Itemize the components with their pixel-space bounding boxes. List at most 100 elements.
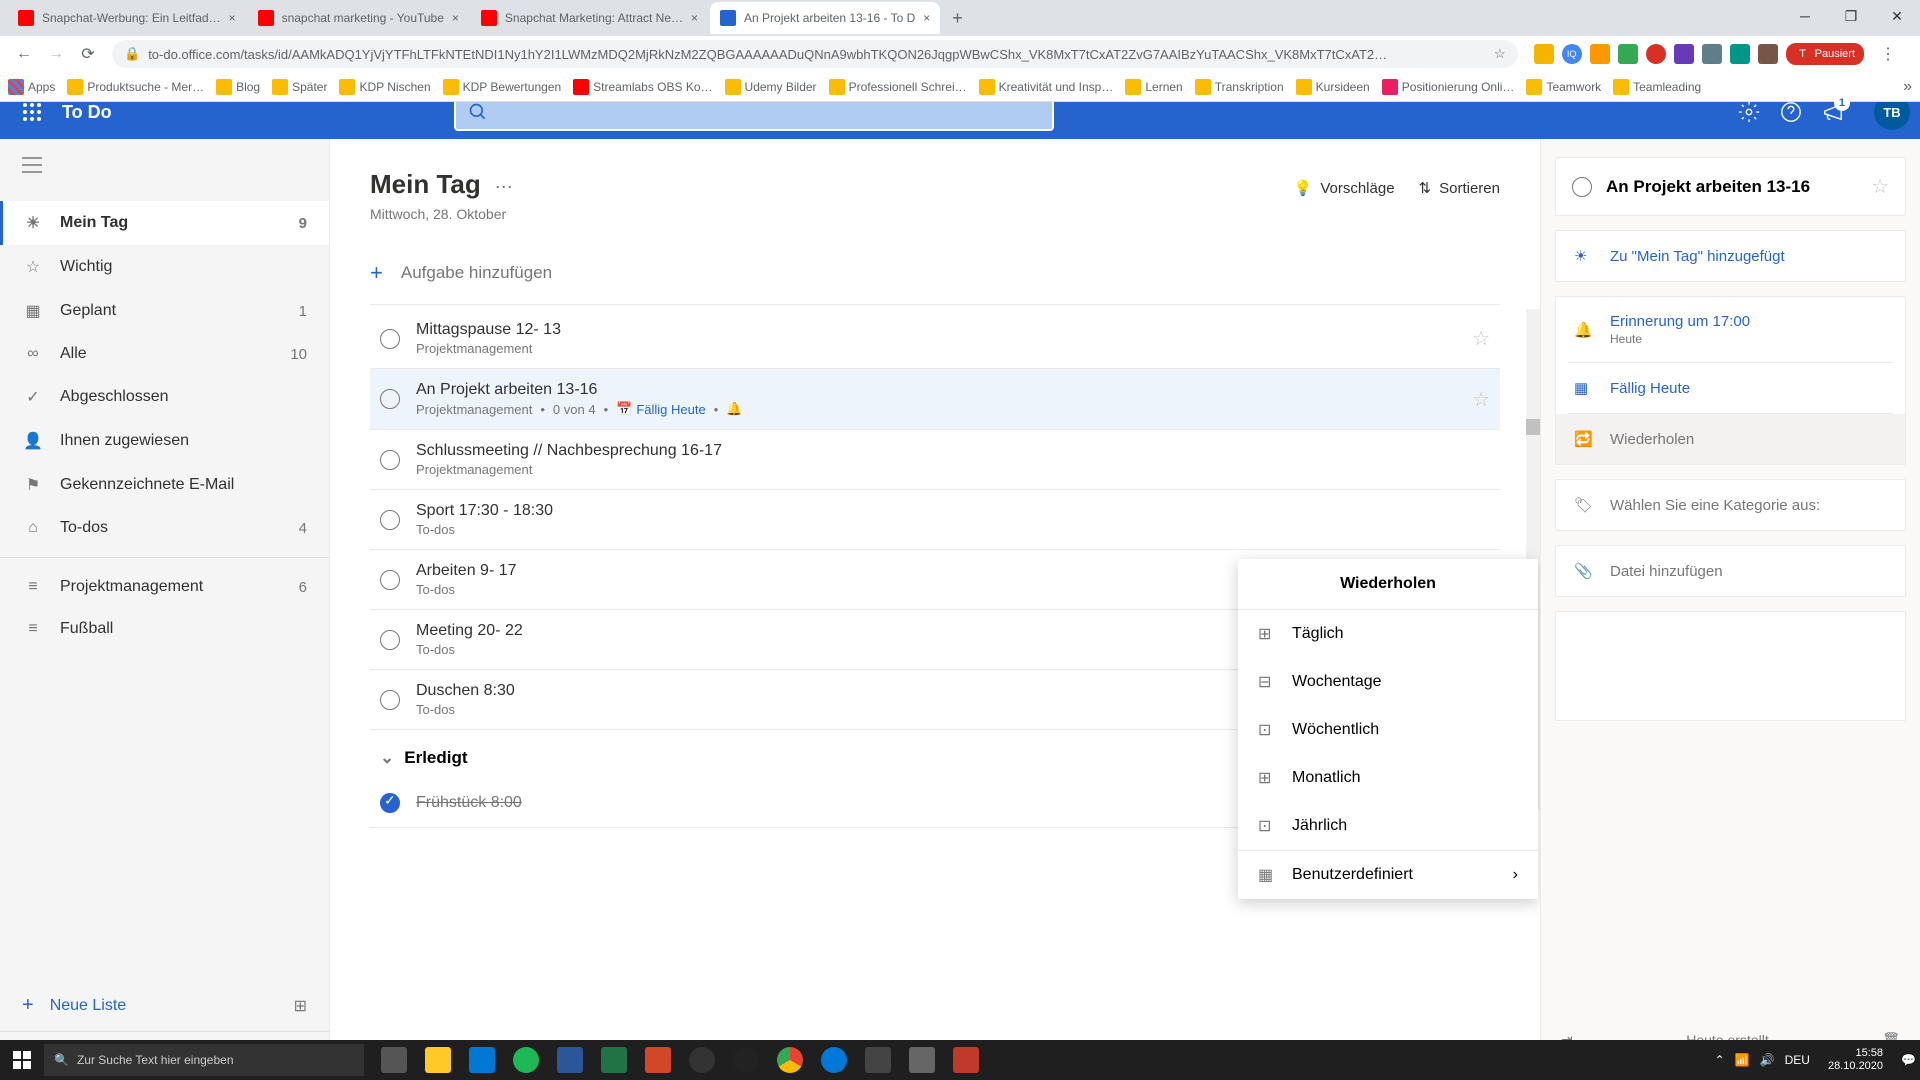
extension-icon[interactable] (1646, 44, 1666, 64)
help-icon[interactable] (1780, 101, 1802, 123)
new-group-icon[interactable]: ⊞ (294, 996, 307, 1016)
bookmark[interactable]: KDP Bewertungen (443, 79, 562, 95)
task-checkbox[interactable] (380, 510, 400, 530)
start-button[interactable] (0, 1051, 44, 1069)
list-menu-button[interactable]: ⋯ (495, 177, 513, 198)
maximize-button[interactable]: ❐ (1828, 0, 1874, 32)
repeat-monthly[interactable]: ⊞Monatlich (1238, 754, 1538, 802)
sidebar-list-item[interactable]: ≡Fußball (0, 608, 329, 650)
bookmark[interactable]: Positionierung Onli… (1382, 79, 1515, 95)
star-icon[interactable]: ☆ (1494, 46, 1506, 62)
bookmark[interactable]: Teamwork (1526, 79, 1601, 95)
close-button[interactable]: ✕ (1874, 0, 1920, 32)
bookmark[interactable]: Kreativität und Insp… (979, 79, 1114, 95)
mail-button[interactable] (460, 1040, 504, 1080)
new-list-button[interactable]: + Neue Liste ⊞ (0, 980, 329, 1031)
repeat-custom[interactable]: ▦Benutzerdefiniert› (1238, 850, 1538, 899)
bookmark[interactable]: Produktsuche - Mer… (67, 79, 204, 95)
bookmark[interactable]: Teamleading (1613, 79, 1701, 95)
extension-icon[interactable] (1590, 44, 1610, 64)
word-button[interactable] (548, 1040, 592, 1080)
extension-icon[interactable] (1758, 44, 1778, 64)
reminder-row[interactable]: 🔔 Erinnerung um 17:00Heute (1556, 297, 1905, 362)
bookmark[interactable]: Streamlabs OBS Ko… (573, 79, 712, 95)
browser-tab[interactable]: Snapchat-Werbung: Ein Leitfad…× (8, 2, 246, 34)
task-item-selected[interactable]: An Projekt arbeiten 13-16Projektmanageme… (370, 369, 1500, 430)
close-icon[interactable]: × (691, 11, 698, 25)
minimize-button[interactable]: ─ (1782, 0, 1828, 32)
excel-button[interactable] (592, 1040, 636, 1080)
star-icon[interactable]: ☆ (1472, 387, 1490, 412)
task-checkbox-checked[interactable] (380, 793, 400, 813)
star-icon[interactable]: ☆ (1871, 174, 1889, 199)
detail-checkbox[interactable] (1572, 177, 1592, 197)
browser-tab-active[interactable]: An Projekt arbeiten 13-16 - To D× (710, 2, 940, 34)
settings-icon[interactable] (1738, 101, 1760, 123)
scroll-thumb[interactable] (1526, 419, 1540, 435)
forward-button[interactable]: → (40, 38, 72, 70)
chrome-button[interactable] (768, 1040, 812, 1080)
browser-tab[interactable]: Snapchat Marketing: Attract Ne…× (471, 2, 708, 34)
task-checkbox[interactable] (380, 389, 400, 409)
sidebar-item-planned[interactable]: ▦Geplant1 (0, 289, 329, 333)
bookmark[interactable]: Kursideen (1296, 79, 1370, 95)
task-item[interactable]: Mittagspause 12- 13Projektmanagement☆ (370, 309, 1500, 369)
spotify-button[interactable] (504, 1040, 548, 1080)
app-launcher-icon[interactable] (10, 103, 54, 121)
extension-icon[interactable] (1674, 44, 1694, 64)
sidebar-item-flagged[interactable]: ⚑Gekennzeichnete E-Mail (0, 463, 329, 507)
repeat-weekly[interactable]: ⊡Wöchentlich (1238, 706, 1538, 754)
clock[interactable]: 15:5828.10.2020 (1820, 1047, 1891, 1073)
explorer-button[interactable] (416, 1040, 460, 1080)
bookmark[interactable]: Apps (8, 79, 55, 95)
back-button[interactable]: ← (8, 38, 40, 70)
sidebar-item-myday[interactable]: ☀Mein Tag9 (0, 201, 329, 245)
bookmarks-overflow[interactable]: » (1903, 78, 1912, 96)
category-row[interactable]: 🏷 Wählen Sie eine Kategorie aus: (1556, 480, 1905, 530)
sort-button[interactable]: ⇅Sortieren (1419, 179, 1500, 197)
app-button[interactable] (680, 1040, 724, 1080)
add-task-input[interactable]: + Aufgabe hinzufügen (370, 242, 1500, 305)
sidebar-item-completed[interactable]: ✓Abgeschlossen (0, 375, 329, 419)
volume-icon[interactable]: 🔊 (1760, 1053, 1775, 1067)
sidebar-item-important[interactable]: ☆Wichtig (0, 245, 329, 289)
taskview-button[interactable] (372, 1040, 416, 1080)
bookmark[interactable]: Transkription (1195, 79, 1284, 95)
taskbar-search[interactable]: 🔍Zur Suche Text hier eingeben (44, 1044, 364, 1076)
added-to-myday[interactable]: ☀ Zu "Mein Tag" hinzugefügt (1556, 231, 1905, 281)
app-button[interactable] (900, 1040, 944, 1080)
tray-expand-icon[interactable]: ⌃ (1715, 1053, 1725, 1067)
extension-icon[interactable] (1534, 44, 1554, 64)
powerpoint-button[interactable] (636, 1040, 680, 1080)
sidebar-item-all[interactable]: ∞Alle10 (0, 333, 329, 375)
app-button[interactable] (856, 1040, 900, 1080)
profile-paused[interactable]: Pausiert (1786, 43, 1864, 65)
repeat-row[interactable]: 🔁 Wiederholen (1556, 414, 1905, 464)
edge-button[interactable] (812, 1040, 856, 1080)
repeat-weekdays[interactable]: ⊟Wochentage (1238, 658, 1538, 706)
sidebar-list-item[interactable]: ≡Projektmanagement6 (0, 566, 329, 608)
bookmark[interactable]: Professionell Schrei… (829, 79, 967, 95)
bookmark[interactable]: Blog (216, 79, 260, 95)
task-checkbox[interactable] (380, 630, 400, 650)
new-tab-button[interactable]: + (942, 8, 973, 29)
menu-button[interactable]: ⋮ (1872, 38, 1904, 70)
extension-icon[interactable] (1702, 44, 1722, 64)
repeat-daily[interactable]: ⊞Täglich (1238, 610, 1538, 658)
task-checkbox[interactable] (380, 450, 400, 470)
url-input[interactable]: 🔒 to-do.office.com/tasks/id/AAMkADQ1YjVj… (112, 40, 1518, 68)
attach-row[interactable]: 📎 Datei hinzufügen (1556, 546, 1905, 596)
app-button[interactable] (944, 1040, 988, 1080)
sidebar-toggle[interactable] (0, 139, 329, 191)
reload-button[interactable]: ⟳ (72, 38, 104, 70)
close-icon[interactable]: × (923, 11, 930, 25)
task-checkbox[interactable] (380, 690, 400, 710)
obs-button[interactable] (724, 1040, 768, 1080)
detail-title[interactable]: An Projekt arbeiten 13-16 (1606, 177, 1857, 197)
task-item[interactable]: Schlussmeeting // Nachbesprechung 16-17P… (370, 430, 1500, 490)
bookmark[interactable]: Lernen (1125, 79, 1182, 95)
task-checkbox[interactable] (380, 570, 400, 590)
task-item[interactable]: Sport 17:30 - 18:30To-dos (370, 490, 1500, 550)
task-checkbox[interactable] (380, 329, 400, 349)
bookmark[interactable]: Udemy Bilder (725, 79, 817, 95)
